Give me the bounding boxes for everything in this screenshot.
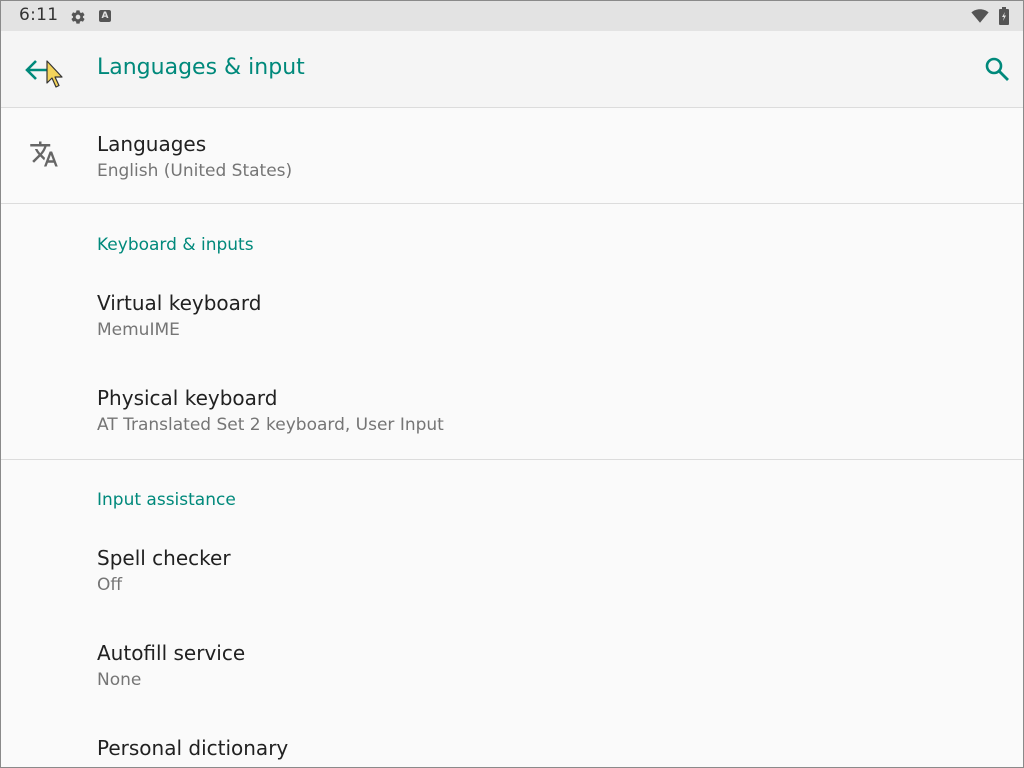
divider [1, 203, 1023, 204]
divider [1, 459, 1023, 460]
physical-keyboard-title: Physical keyboard [97, 386, 278, 410]
app-bar: Languages & input [1, 31, 1023, 108]
personal-dictionary-row[interactable]: Personal dictionary [1, 718, 1023, 767]
status-time: 6:11 [19, 5, 59, 25]
virtual-keyboard-row[interactable]: Virtual keyboard MemuIME [1, 273, 1023, 365]
battery-icon [999, 7, 1009, 25]
languages-summary: English (United States) [97, 161, 293, 181]
spell-checker-summary: Off [97, 575, 123, 595]
page-title: Languages & input [97, 55, 305, 80]
virtual-keyboard-summary: MemuIME [97, 320, 180, 340]
spell-checker-row[interactable]: Spell checker Off [1, 528, 1023, 622]
autofill-service-title: Autofill service [97, 641, 246, 665]
section-header-input-assistance: Input assistance [97, 490, 236, 510]
arrow-back-icon[interactable] [17, 50, 57, 90]
a-badge-icon: A [99, 10, 111, 22]
status-bar: 6:11 A [1, 1, 1023, 31]
personal-dictionary-title: Personal dictionary [97, 736, 289, 760]
translate-icon [30, 141, 58, 167]
autofill-service-summary: None [97, 670, 142, 690]
languages-row[interactable]: Languages English (United States) [1, 108, 1023, 203]
virtual-keyboard-title: Virtual keyboard [97, 291, 262, 315]
settings-screen: 6:11 A Languages & input Languages Engli… [0, 0, 1024, 768]
search-icon[interactable] [979, 51, 1015, 87]
physical-keyboard-row[interactable]: Physical keyboard AT Translated Set 2 ke… [1, 367, 1023, 459]
gear-icon [71, 10, 85, 24]
languages-title: Languages [97, 132, 207, 156]
spell-checker-title: Spell checker [97, 546, 231, 570]
section-header-keyboard: Keyboard & inputs [97, 235, 254, 255]
wifi-icon [971, 9, 989, 23]
physical-keyboard-summary: AT Translated Set 2 keyboard, User Input [97, 415, 444, 435]
autofill-service-row[interactable]: Autofill service None [1, 623, 1023, 717]
